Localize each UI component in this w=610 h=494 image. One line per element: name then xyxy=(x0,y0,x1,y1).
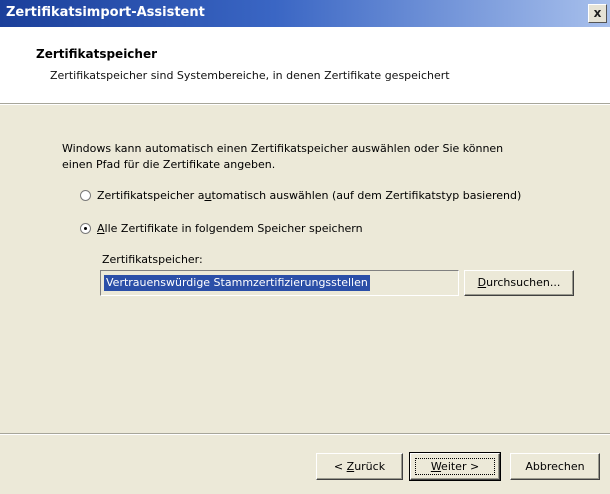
radio-auto-label: Zertifikatspeicher automatisch auswählen… xyxy=(97,188,522,202)
radio-auto-indicator[interactable] xyxy=(80,189,91,201)
page-title: Zertifikatspeicher xyxy=(36,47,158,61)
close-icon: x xyxy=(593,6,602,20)
intro-line-2: einen Pfad für die Zertifikate angeben. xyxy=(62,158,276,171)
cancel-button[interactable]: Abbrechen xyxy=(510,453,600,480)
intro-text: Windows kann automatisch einen Zertifika… xyxy=(62,141,562,173)
radio-manual-indicator[interactable] xyxy=(80,222,91,234)
intro-line-1: Windows kann automatisch einen Zertifika… xyxy=(62,142,504,155)
store-label: Zertifikatspeicher: xyxy=(102,253,203,266)
browse-button[interactable]: Durchsuchen... xyxy=(464,270,574,296)
store-field[interactable]: Vertrauenswürdige Stammzertifizierungsst… xyxy=(100,270,459,296)
focus-rectangle xyxy=(415,458,495,475)
close-button[interactable]: x xyxy=(588,4,607,23)
radio-manual-select[interactable]: Alle Zertifikate in folgendem Speicher s… xyxy=(80,220,363,236)
wizard-window: Zertifikatsimport-Assistent x Zertifikat… xyxy=(0,0,610,494)
header-divider xyxy=(0,103,610,105)
page-subtitle: Zertifikatspeicher sind Systembereiche, … xyxy=(50,69,450,82)
footer-divider xyxy=(0,433,610,435)
window-title: Zertifikatsimport-Assistent xyxy=(6,5,205,20)
wizard-header: Zertifikatspeicher Zertifikatspeicher si… xyxy=(0,27,610,103)
store-value: Vertrauenswürdige Stammzertifizierungsst… xyxy=(104,275,370,291)
radio-manual-label: Alle Zertifikate in folgendem Speicher s… xyxy=(97,221,363,235)
next-button[interactable]: Weiter > xyxy=(409,452,501,481)
radio-auto-select[interactable]: Zertifikatspeicher automatisch auswählen… xyxy=(80,187,521,203)
title-bar[interactable]: Zertifikatsimport-Assistent x xyxy=(0,0,610,27)
back-button[interactable]: < Zurück xyxy=(316,453,403,480)
